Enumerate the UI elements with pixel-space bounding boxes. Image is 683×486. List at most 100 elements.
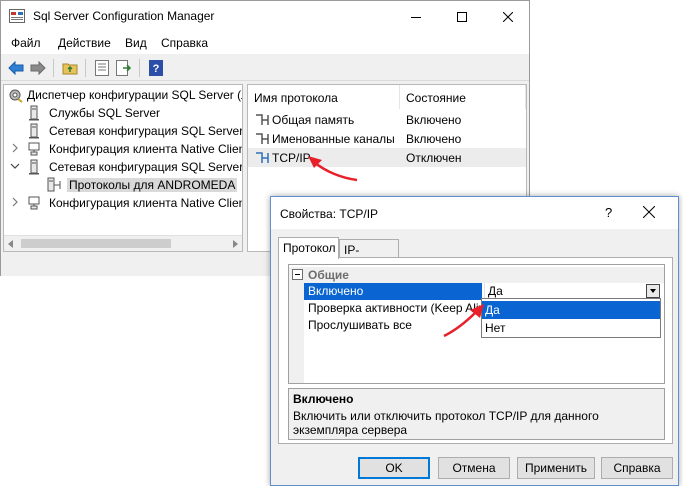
property-grid-gutter	[289, 283, 304, 383]
minimize-button[interactable]	[393, 1, 439, 32]
protocol-state: Включено	[406, 113, 462, 127]
minimize-icon	[411, 16, 421, 18]
property-description: Включено Включить или отключить протокол…	[288, 388, 665, 440]
properties-icon	[95, 60, 109, 76]
tree-item-label: Сетевая конфигурация SQL Server (3	[49, 124, 243, 138]
server-icon	[29, 105, 39, 121]
dialog-title: Свойства: TCP/IP	[280, 207, 379, 221]
client-computer-icon	[28, 196, 40, 210]
window-title: Sql Server Configuration Manager	[33, 9, 215, 23]
annotation-arrow-icon	[308, 156, 358, 182]
scrollbar-thumb[interactable]	[21, 239, 171, 248]
tree-item-label: Службы SQL Server	[49, 106, 161, 120]
list-row-tcp-ip[interactable]: TCP/IP Отключен	[248, 148, 526, 167]
dialog-close-icon[interactable]	[643, 206, 655, 218]
property-value: Да	[488, 284, 503, 298]
tree-item-native-client-32[interactable]: Конфигурация клиента Native Clien	[4, 140, 243, 158]
tree-item-network-config[interactable]: Сетевая конфигурация SQL Server	[4, 158, 243, 176]
cancel-button[interactable]: Отмена	[438, 457, 510, 479]
description-title: Включено	[293, 392, 354, 406]
tree-item-label: Конфигурация клиента Native Clien	[49, 196, 243, 210]
help-dialog-button[interactable]: Справка	[601, 457, 673, 479]
protocol-state: Включено	[406, 132, 462, 146]
help-button[interactable]: ?	[147, 59, 165, 77]
apply-button[interactable]: Применить	[517, 457, 595, 479]
menu-bar: Файл Действие Вид Справка	[1, 32, 529, 54]
dropdown-option-no[interactable]: Нет	[482, 319, 660, 337]
property-name: Включено	[304, 283, 482, 300]
menu-action[interactable]: Действие	[58, 36, 111, 50]
tree-item-label: Протоколы для ANDROMEDA	[67, 178, 238, 192]
folder-up-icon	[62, 63, 78, 75]
help-icon: ?	[149, 60, 163, 76]
tcpip-properties-dialog: Свойства: TCP/IP ? Протокол IP-адреса Об…	[270, 196, 679, 486]
menu-view[interactable]: Вид	[125, 36, 147, 50]
list-row-named-pipes[interactable]: Именованные каналы Включено	[248, 129, 526, 148]
protocol-icon	[256, 114, 269, 125]
column-header-protocol-name[interactable]: Имя протокола	[248, 85, 400, 109]
title-bar[interactable]: Sql Server Configuration Manager	[1, 1, 529, 32]
section-label: Общие	[308, 268, 349, 282]
close-button[interactable]	[485, 1, 531, 32]
description-text: Включить или отключить протокол TCP/IP д…	[293, 409, 599, 437]
export-icon	[116, 60, 132, 76]
tab-ip-addresses[interactable]: IP-адреса	[339, 239, 399, 271]
config-manager-icon	[9, 89, 23, 103]
tab-content: Общие Включено Да Проверка активности (K…	[278, 257, 673, 444]
chevron-right-icon[interactable]	[10, 143, 20, 153]
tree-item-native-client[interactable]: Конфигурация клиента Native Clien	[4, 194, 243, 212]
tree-item-protocols-andromeda[interactable]: Протоколы для ANDROMEDA	[4, 176, 242, 194]
toolbar-separator	[85, 59, 86, 77]
chevron-right-icon[interactable]	[10, 197, 20, 207]
menu-file[interactable]: Файл	[11, 36, 41, 50]
chevron-down-icon[interactable]	[10, 161, 20, 171]
forward-arrow-icon	[30, 61, 46, 75]
maximize-icon	[457, 11, 467, 22]
protocol-disabled-icon	[256, 152, 269, 163]
properties-button[interactable]	[93, 59, 111, 77]
toolbar-separator	[139, 59, 140, 77]
collapse-minus-icon[interactable]	[292, 269, 303, 280]
tab-protocol[interactable]: Протокол	[278, 237, 339, 259]
client-computer-icon	[28, 142, 40, 156]
protocol-name: Общая память	[272, 113, 355, 127]
enabled-dropdown-list: Да Нет	[481, 298, 661, 338]
tree-horizontal-scrollbar[interactable]	[4, 235, 242, 251]
tree-item-label: Конфигурация клиента Native Clien	[49, 142, 243, 156]
dialog-title-bar[interactable]: Свойства: TCP/IP ?	[271, 197, 678, 229]
scroll-right-arrow-icon[interactable]	[233, 240, 238, 248]
menu-help[interactable]: Справка	[161, 36, 208, 50]
dropdown-arrow-icon[interactable]	[646, 284, 660, 298]
protocol-icon	[256, 133, 269, 144]
toolbar-separator	[53, 59, 54, 77]
annotation-arrow-icon	[443, 304, 484, 338]
dialog-help-button[interactable]: ?	[605, 205, 612, 220]
export-list-button[interactable]	[115, 59, 133, 77]
protocol-state: Отключен	[406, 151, 462, 165]
toolbar: ?	[1, 55, 529, 81]
list-row-shared-memory[interactable]: Общая память Включено	[248, 110, 526, 129]
tree-item-network-config-32[interactable]: Сетевая конфигурация SQL Server (3	[4, 122, 243, 140]
back-button[interactable]	[7, 59, 25, 77]
property-section-general: Общие	[289, 267, 664, 283]
maximize-button[interactable]	[439, 1, 485, 32]
dropdown-option-yes[interactable]: Да	[482, 301, 660, 319]
forward-button[interactable]	[29, 59, 47, 77]
ok-button[interactable]: OK	[358, 457, 430, 479]
column-header-state[interactable]: Состояние	[400, 85, 526, 109]
server-icon	[29, 123, 39, 139]
back-arrow-icon	[8, 61, 24, 75]
tree-item-label: Диспетчер конфигурации SQL Server (Л	[27, 88, 243, 102]
protocols-icon	[47, 177, 61, 192]
close-icon	[503, 11, 513, 22]
app-icon	[9, 9, 25, 23]
tree-item-services[interactable]: Службы SQL Server	[4, 104, 242, 122]
protocol-name: Именованные каналы	[272, 132, 395, 146]
scroll-left-arrow-icon[interactable]	[8, 240, 13, 248]
tree-item-label: Сетевая конфигурация SQL Server	[49, 160, 243, 174]
tree-pane: Диспетчер конфигурации SQL Server (Л Слу…	[3, 84, 243, 252]
server-icon	[29, 159, 39, 175]
tree-item-root[interactable]: Диспетчер конфигурации SQL Server (Л	[4, 86, 243, 104]
svg-text:?: ?	[153, 63, 160, 75]
up-folder-button[interactable]	[61, 59, 79, 77]
